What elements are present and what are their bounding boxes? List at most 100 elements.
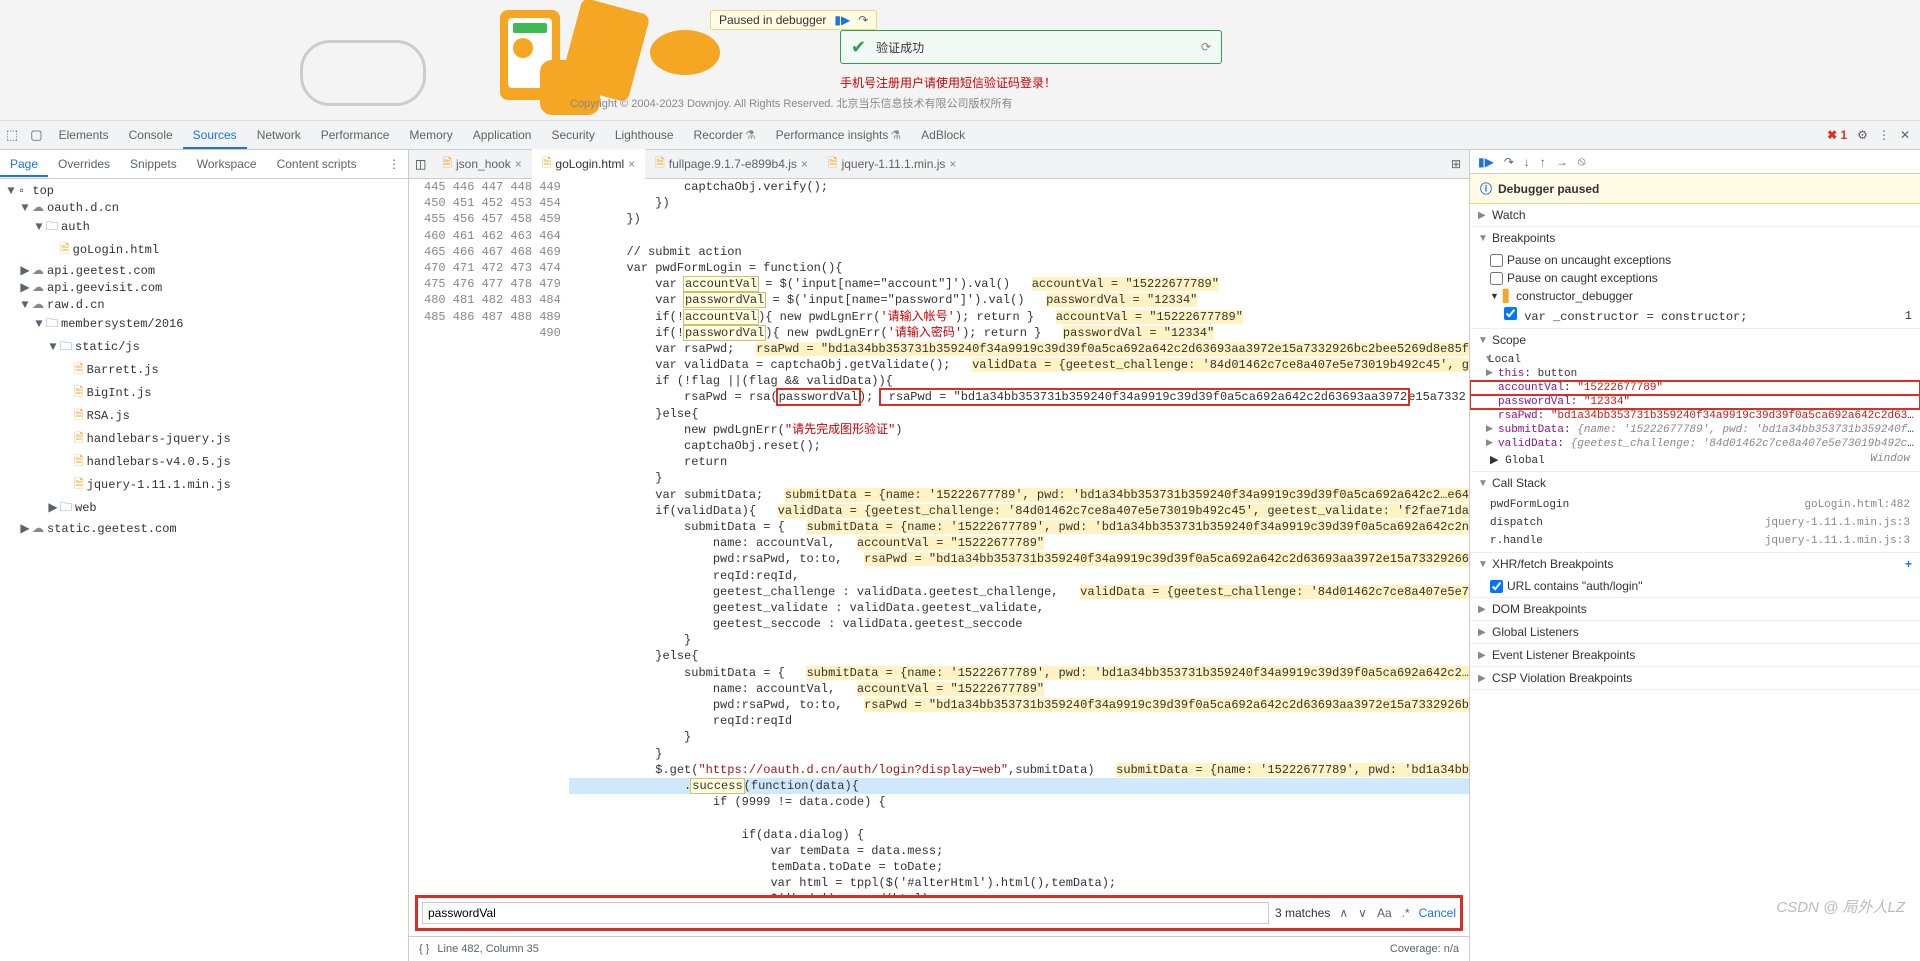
watermark: CSDN @ 局外人LZ bbox=[1776, 896, 1905, 917]
breakpoint-code[interactable]: var _constructor = constructor;1 bbox=[1470, 305, 1920, 326]
scope-section[interactable]: ▼Scope bbox=[1470, 329, 1920, 351]
tree-oauth[interactable]: ▼☁oauth.d.cn bbox=[0, 199, 408, 216]
scope-submitdata[interactable]: ▶submitData: {name: '15222677789', pwd: … bbox=[1470, 423, 1920, 437]
breakpoint-item[interactable]: ▼▋constructor_debugger bbox=[1470, 287, 1920, 305]
search-input[interactable] bbox=[422, 902, 1269, 924]
code-editor[interactable]: 445 446 447 448 449 450 451 452 453 454 … bbox=[409, 179, 1469, 936]
more-icon[interactable]: ⋮ bbox=[1878, 128, 1890, 142]
step-icon[interactable]: → bbox=[1556, 155, 1568, 169]
inspect-icon[interactable]: ⬚ bbox=[0, 127, 24, 143]
tab-security[interactable]: Security bbox=[541, 122, 604, 148]
breakpoints-section[interactable]: ▼Breakpoints bbox=[1470, 227, 1920, 249]
tab-console[interactable]: Console bbox=[119, 122, 183, 148]
callstack-frame[interactable]: pwdFormLogingoLogin.html:482 bbox=[1470, 496, 1920, 514]
global-listeners-section[interactable]: ▶Global Listeners bbox=[1470, 621, 1920, 643]
tree-geetest[interactable]: ▶☁api.geetest.com bbox=[0, 262, 408, 279]
tree-top[interactable]: ▼▫ top bbox=[0, 183, 408, 199]
paused-text: Debugger paused bbox=[1498, 182, 1599, 196]
devtools-panel: ⬚ ▢ ElementsConsoleSourcesNetworkPerform… bbox=[0, 121, 1920, 961]
tree-file[interactable]: 🗎Barrett.js bbox=[0, 359, 408, 382]
tree-auth[interactable]: ▼🗀auth bbox=[0, 216, 408, 239]
nav-tab-content scripts[interactable]: Content scripts bbox=[267, 152, 367, 176]
deactivate-breakpoints-icon[interactable]: ⦸ bbox=[1578, 154, 1586, 169]
resume-icon[interactable]: ▮▶ bbox=[1478, 155, 1494, 169]
tab-performance[interactable]: Performance bbox=[311, 122, 400, 148]
scope-validdata[interactable]: ▶validData: {geetest_challenge: '84d0146… bbox=[1470, 437, 1920, 451]
tree-gologin[interactable]: 🗎goLogin.html bbox=[0, 239, 408, 262]
file-tab[interactable]: 🗎json_hook × bbox=[432, 149, 531, 180]
navigator-more-icon[interactable]: ⋮ bbox=[380, 157, 408, 171]
csp-breakpoints-section[interactable]: ▶CSP Violation Breakpoints bbox=[1470, 667, 1920, 689]
resume-icon[interactable]: ▮▶ bbox=[834, 13, 850, 27]
code-content[interactable]: captchaObj.verify(); }) }) // submit act… bbox=[569, 179, 1469, 936]
dom-breakpoints-section[interactable]: ▶DOM Breakpoints bbox=[1470, 598, 1920, 620]
tree-static-geetest[interactable]: ▶☁static.geetest.com bbox=[0, 520, 408, 537]
search-next-icon[interactable]: ∨ bbox=[1355, 906, 1370, 920]
tree-file[interactable]: 🗎handlebars-v4.0.5.js bbox=[0, 451, 408, 474]
step-over-icon[interactable]: ↷ bbox=[858, 13, 868, 27]
callstack-section[interactable]: ▼Call Stack bbox=[1470, 472, 1920, 494]
close-devtools-icon[interactable]: ✕ bbox=[1900, 128, 1910, 142]
callstack-frame[interactable]: dispatchjquery-1.11.1.min.js:3 bbox=[1470, 514, 1920, 532]
file-tab[interactable]: 🗎fullpage.9.1.7-e899b4.js × bbox=[645, 149, 818, 180]
tree-member[interactable]: ▼🗀membersystem/2016 bbox=[0, 313, 408, 336]
pause-text: Paused in debugger bbox=[719, 13, 826, 27]
search-bar: 3 matches ∧ ∨ Aa .* Cancel bbox=[415, 895, 1463, 931]
pause-caught-checkbox[interactable]: Pause on caught exceptions bbox=[1470, 269, 1920, 287]
tree-raw[interactable]: ▼☁raw.d.cn bbox=[0, 296, 408, 313]
xhr-breakpoints-section[interactable]: ▼XHR/fetch Breakpoints+ bbox=[1470, 553, 1920, 575]
settings-icon[interactable]: ⚙ bbox=[1857, 128, 1868, 142]
copyright: Copyright © 2004-2023 Downjoy. All Right… bbox=[570, 95, 1013, 111]
tree-file[interactable]: 🗎RSA.js bbox=[0, 405, 408, 428]
tab-application[interactable]: Application bbox=[463, 122, 542, 148]
tab-network[interactable]: Network bbox=[247, 122, 311, 148]
scope-account[interactable]: accountVal: "15222677789" bbox=[1470, 381, 1920, 395]
tree-file[interactable]: 🗎BigInt.js bbox=[0, 382, 408, 405]
pause-uncaught-checkbox[interactable]: Pause on uncaught exceptions bbox=[1470, 251, 1920, 269]
scope-password[interactable]: passwordVal: "12334" bbox=[1470, 395, 1920, 409]
tab-recorder[interactable]: Recorder⚗ bbox=[684, 122, 766, 148]
watch-section[interactable]: ▶Watch bbox=[1470, 204, 1920, 226]
error-indicator[interactable]: ✖ 1 bbox=[1827, 128, 1847, 142]
scope-local[interactable]: ▼Local bbox=[1470, 353, 1920, 367]
scope-this[interactable]: ▶this: button bbox=[1470, 367, 1920, 381]
braces-icon[interactable]: { } bbox=[419, 943, 429, 955]
scope-global[interactable]: ▶ GlobalWindow bbox=[1470, 451, 1920, 469]
step-over-icon[interactable]: ↷ bbox=[1504, 155, 1514, 169]
tab-performance-insights[interactable]: Performance insights⚗ bbox=[766, 122, 911, 148]
file-tab[interactable]: 🗎goLogin.html × bbox=[532, 149, 645, 180]
tree-file[interactable]: 🗎jquery-1.11.1.min.js bbox=[0, 474, 408, 497]
coverage-info: Coverage: n/a bbox=[1390, 943, 1459, 955]
refresh-icon[interactable]: ⟳ bbox=[1201, 40, 1211, 54]
nav-tab-page[interactable]: Page bbox=[0, 152, 48, 176]
event-listener-section[interactable]: ▶Event Listener Breakpoints bbox=[1470, 644, 1920, 666]
tree-geevisit[interactable]: ▶☁api.geevisit.com bbox=[0, 279, 408, 296]
tab-sources[interactable]: Sources bbox=[183, 122, 247, 148]
xhr-breakpoint-item[interactable]: URL contains "auth/login" bbox=[1470, 577, 1920, 595]
search-case-icon[interactable]: Aa bbox=[1374, 906, 1395, 920]
callstack-frame[interactable]: r.handlejquery-1.11.1.min.js:3 bbox=[1470, 532, 1920, 550]
step-into-icon[interactable]: ↓ bbox=[1524, 155, 1530, 169]
file-tree[interactable]: ▼▫ top ▼☁oauth.d.cn ▼🗀auth 🗎goLogin.html… bbox=[0, 179, 408, 961]
nav-tab-workspace[interactable]: Workspace bbox=[187, 152, 267, 176]
add-xhr-icon[interactable]: + bbox=[1905, 557, 1912, 571]
file-tab[interactable]: 🗎jquery-1.11.1.min.js × bbox=[818, 149, 967, 180]
debugger-toolbar: ▮▶ ↷ ↓ ↑ → ⦸ bbox=[1470, 150, 1920, 174]
search-cancel-button[interactable]: Cancel bbox=[1419, 906, 1456, 920]
tree-web[interactable]: ▶🗀web bbox=[0, 497, 408, 520]
toggle-left-icon[interactable]: ◫ bbox=[409, 157, 432, 171]
tab-lighthouse[interactable]: Lighthouse bbox=[605, 122, 684, 148]
device-toolbar-icon[interactable]: ▢ bbox=[24, 127, 48, 143]
tab-memory[interactable]: Memory bbox=[399, 122, 462, 148]
tree-file[interactable]: 🗎handlebars-jquery.js bbox=[0, 428, 408, 451]
search-regex-icon[interactable]: .* bbox=[1399, 906, 1413, 920]
tree-staticjs[interactable]: ▼🗀static/js bbox=[0, 336, 408, 359]
toggle-navigator-icon[interactable]: ⊞ bbox=[1443, 157, 1469, 171]
tab-adblock[interactable]: AdBlock bbox=[911, 122, 975, 148]
nav-tab-snippets[interactable]: Snippets bbox=[120, 152, 187, 176]
nav-tab-overrides[interactable]: Overrides bbox=[48, 152, 120, 176]
search-prev-icon[interactable]: ∧ bbox=[1336, 906, 1351, 920]
step-out-icon[interactable]: ↑ bbox=[1540, 155, 1546, 169]
scope-rsapwd[interactable]: rsaPwd: "bd1a34bb353731b359240f34a9919c3… bbox=[1470, 409, 1920, 423]
tab-elements[interactable]: Elements bbox=[49, 122, 119, 148]
